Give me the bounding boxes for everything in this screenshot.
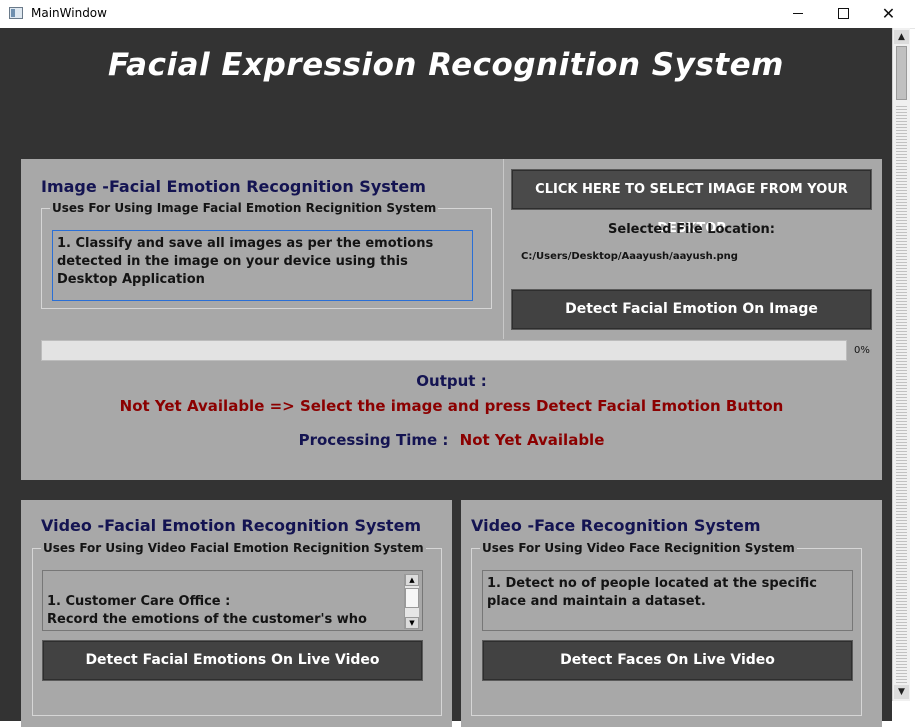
app-title: Facial Expression Recognition System — [108, 47, 784, 83]
scroll-up-arrow-icon[interactable]: ▲ — [894, 30, 909, 44]
section-divider — [503, 159, 504, 339]
video-emotion-description[interactable]: 1. Customer Care Office : Record the emo… — [42, 570, 423, 631]
scroll-down-arrow-icon[interactable]: ▼ — [894, 685, 909, 699]
scroll-down-icon[interactable]: ▼ — [405, 617, 419, 629]
title-bar: MainWindow ✕ — [0, 0, 915, 29]
window-scrollbar[interactable]: ▲ ▼ — [892, 28, 910, 701]
progress-percent: 0% — [854, 345, 870, 356]
file-path-text: C:/Users/Desktop/Aaayush/aayush.png — [521, 251, 738, 262]
detect-emotions-live-video-button[interactable]: Detect Facial Emotions On Live Video — [42, 640, 423, 681]
scroll-track — [896, 106, 907, 686]
description-scrollbar[interactable]: ▲ ▼ — [404, 574, 419, 629]
file-location-label: Selected File Location: — [608, 222, 775, 237]
select-image-button[interactable]: CLICK HERE TO SELECT IMAGE FROM YOUR DES… — [511, 169, 872, 236]
scroll-up-icon[interactable]: ▲ — [405, 574, 419, 586]
processing-time-label: Processing Time : — [298, 431, 449, 449]
image-description-textbox[interactable]: 1. Classify and save all images as per t… — [52, 230, 473, 301]
video-face-group-label: Uses For Using Video Face Recignition Sy… — [480, 541, 797, 555]
video-face-uses-group: Uses For Using Video Face Recignition Sy… — [471, 541, 862, 716]
window-title: MainWindow — [31, 6, 107, 20]
video-emotion-uses-group: Uses For Using Video Facial Emotion Reci… — [32, 541, 442, 716]
processing-time-row: Processing Time : Not Yet Available — [21, 431, 882, 449]
detect-faces-live-video-button[interactable]: Detect Faces On Live Video — [482, 640, 853, 681]
image-uses-group-label: Uses For Using Image Facial Emotion Reci… — [50, 201, 439, 215]
output-value: Not Yet Available => Select the image an… — [119, 397, 784, 415]
output-label: Output : — [416, 372, 487, 390]
window-scroll-thumb[interactable] — [896, 46, 907, 100]
image-section-panel: Image -Facial Emotion Recognition System… — [21, 159, 882, 480]
video-emotion-panel: Video -Facial Emotion Recognition System… — [21, 500, 452, 727]
detect-image-emotion-button[interactable]: Detect Facial Emotion On Image — [511, 289, 872, 330]
video-emotion-description-text: 1. Customer Care Office : Record the emo… — [47, 594, 367, 627]
image-uses-group: Uses For Using Image Facial Emotion Reci… — [41, 201, 492, 309]
minimize-button[interactable] — [776, 0, 821, 28]
image-section-title: Image -Facial Emotion Recognition System — [41, 177, 426, 196]
main-content: Facial Expression Recognition System Ima… — [0, 28, 892, 727]
progress-bar — [41, 340, 847, 361]
video-face-panel: Video -Face Recognition System Uses For … — [461, 500, 882, 727]
close-button[interactable]: ✕ — [866, 0, 911, 28]
video-face-description[interactable]: 1. Detect no of people located at the sp… — [482, 570, 853, 631]
scroll-thumb[interactable] — [405, 588, 419, 608]
processing-time-value: Not Yet Available — [459, 431, 605, 449]
video-emotion-title: Video -Facial Emotion Recognition System — [41, 516, 422, 535]
app-icon — [9, 7, 23, 19]
video-face-title: Video -Face Recognition System — [471, 516, 761, 535]
video-emotion-group-label: Uses For Using Video Facial Emotion Reci… — [41, 541, 426, 555]
maximize-button[interactable] — [821, 0, 866, 28]
